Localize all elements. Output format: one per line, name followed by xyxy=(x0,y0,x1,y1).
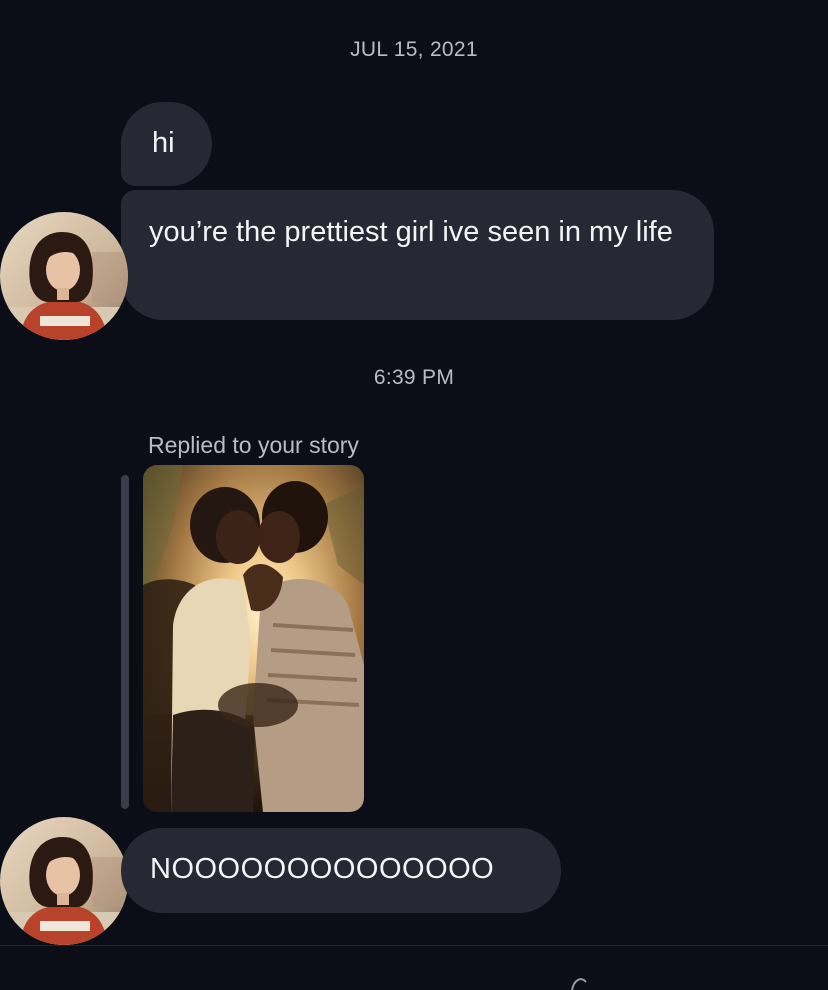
message-bubble[interactable]: NOOOOOOOOOOOOOO xyxy=(121,828,561,913)
avatar-image xyxy=(0,212,128,340)
time-header: 6:39 PM xyxy=(373,366,455,389)
avatar[interactable] xyxy=(0,212,128,340)
message-text: you’re the prettiest girl ive seen in my… xyxy=(149,216,673,248)
composer-edge-icon xyxy=(571,978,587,990)
avatar-image xyxy=(0,817,128,945)
message-bubble[interactable]: you’re the prettiest girl ive seen in my… xyxy=(121,190,714,320)
date-header: JUL 15, 2021 xyxy=(350,38,478,61)
reply-indicator-bar xyxy=(121,475,129,809)
story-reply-label: Replied to your story xyxy=(148,432,359,458)
avatar[interactable] xyxy=(0,817,128,945)
story-thumbnail[interactable] xyxy=(143,465,364,812)
message-text: NOOOOOOOOOOOOOO xyxy=(150,853,495,885)
composer-divider xyxy=(0,945,828,946)
message-bubble[interactable]: hi xyxy=(121,102,212,186)
story-image xyxy=(143,465,364,812)
message-text: hi xyxy=(152,127,175,159)
